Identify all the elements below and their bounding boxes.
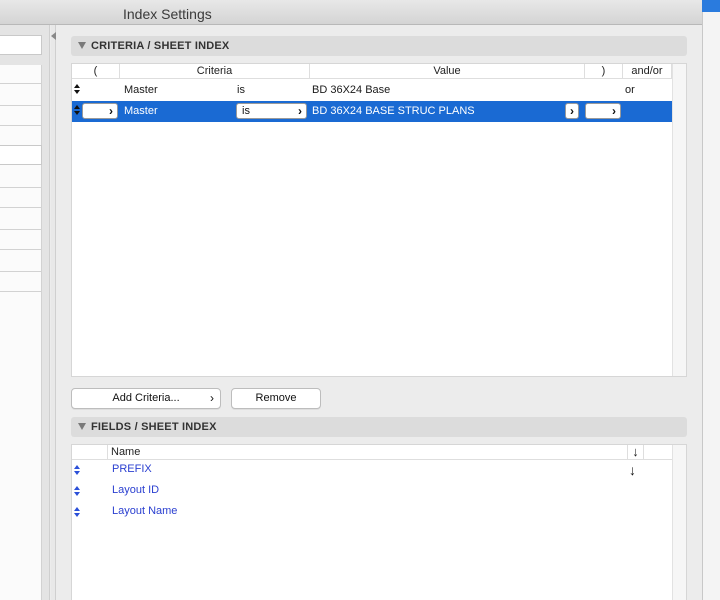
left-panel-divider bbox=[0, 187, 42, 188]
left-panel-field[interactable] bbox=[0, 35, 42, 55]
column-and-or[interactable]: and/or bbox=[623, 64, 672, 78]
criteria-table: ( Criteria Value ) and/or Master is BD 3… bbox=[71, 63, 687, 377]
left-panel-divider bbox=[0, 105, 42, 106]
chevron-right-icon: › bbox=[612, 104, 616, 118]
criteria-section-title: CRITERIA / SHEET INDEX bbox=[91, 40, 230, 52]
left-panel-divider bbox=[0, 271, 42, 272]
add-criteria-button[interactable]: Add Criteria... › bbox=[71, 388, 221, 409]
operator-popup[interactable]: is › bbox=[236, 103, 307, 119]
left-panel bbox=[0, 25, 50, 600]
operator-popup-value: is bbox=[242, 105, 250, 117]
window-title: Index Settings bbox=[123, 6, 212, 22]
column-handle bbox=[72, 445, 108, 459]
collapse-left-icon[interactable] bbox=[51, 32, 56, 40]
open-paren-popup[interactable]: › bbox=[82, 103, 118, 119]
criteria-and-or: or bbox=[625, 84, 635, 96]
remove-button[interactable]: Remove bbox=[231, 388, 321, 409]
left-panel-divider bbox=[0, 249, 42, 250]
up-down-arrows-icon[interactable] bbox=[73, 507, 81, 519]
chevron-right-icon: › bbox=[109, 104, 113, 118]
criteria-operator: is bbox=[237, 84, 245, 96]
criteria-row[interactable]: Master is BD 36X24 Base or bbox=[72, 80, 672, 101]
left-panel-field[interactable] bbox=[0, 145, 42, 165]
column-sort[interactable]: ↓ bbox=[628, 445, 644, 459]
column-close-paren[interactable]: ) bbox=[585, 64, 623, 78]
chevron-right-icon: › bbox=[298, 104, 302, 118]
disclosure-triangle-icon[interactable] bbox=[78, 423, 86, 430]
main-panel: CRITERIA / SHEET INDEX ( Criteria Value … bbox=[57, 25, 702, 600]
left-panel-divider bbox=[0, 83, 42, 84]
fields-table: Name ↓ PREFIX ↓ Layout ID Layout Name bbox=[71, 444, 687, 600]
disclosure-triangle-icon[interactable] bbox=[78, 42, 86, 49]
criteria-value: BD 36X24 Base bbox=[312, 84, 391, 96]
fields-scrollbar[interactable] bbox=[672, 445, 686, 600]
left-panel-divider bbox=[0, 125, 42, 126]
up-down-arrows-icon[interactable] bbox=[73, 486, 81, 498]
window-titlebar: Index Settings bbox=[0, 0, 720, 25]
adjacent-window-accent bbox=[702, 0, 720, 12]
field-item[interactable]: Layout ID bbox=[72, 482, 672, 503]
fields-section-title: FIELDS / SHEET INDEX bbox=[91, 421, 217, 433]
criteria-field: Master bbox=[124, 105, 158, 117]
up-down-arrows-icon[interactable] bbox=[73, 84, 81, 96]
column-criteria[interactable]: Criteria bbox=[120, 64, 310, 78]
fields-section-header[interactable]: FIELDS / SHEET INDEX bbox=[71, 417, 687, 437]
up-down-arrows-icon[interactable] bbox=[73, 105, 81, 117]
field-name: PREFIX bbox=[112, 463, 152, 475]
criteria-section-header[interactable]: CRITERIA / SHEET INDEX bbox=[71, 36, 687, 56]
field-name: Layout Name bbox=[112, 505, 178, 517]
criteria-field: Master bbox=[124, 84, 158, 96]
left-panel-divider bbox=[0, 291, 42, 292]
field-item[interactable]: PREFIX ↓ bbox=[72, 461, 672, 482]
criteria-row-selected[interactable]: › Master is › BD 36X24 BASE STRUC PLANS … bbox=[72, 101, 672, 122]
left-panel-divider bbox=[0, 229, 42, 230]
left-panel-divider bbox=[0, 207, 42, 208]
fields-table-header: Name ↓ bbox=[72, 445, 672, 460]
close-paren-popup[interactable]: › bbox=[585, 103, 621, 119]
criteria-scrollbar[interactable] bbox=[672, 64, 686, 376]
column-value[interactable]: Value bbox=[310, 64, 585, 78]
adjacent-window-edge bbox=[702, 0, 720, 600]
criteria-value: BD 36X24 BASE STRUC PLANS bbox=[312, 105, 475, 117]
panel-splitter[interactable] bbox=[51, 25, 56, 600]
column-open-paren[interactable]: ( bbox=[72, 64, 120, 78]
down-arrow-icon: ↓ bbox=[632, 444, 639, 459]
field-name: Layout ID bbox=[112, 484, 160, 496]
chevron-right-icon: › bbox=[210, 391, 214, 405]
down-arrow-icon: ↓ bbox=[629, 462, 636, 478]
criteria-table-header: ( Criteria Value ) and/or bbox=[72, 64, 672, 79]
value-popup-button[interactable]: › bbox=[565, 103, 579, 119]
add-criteria-label: Add Criteria... bbox=[112, 392, 180, 404]
field-item[interactable]: Layout Name bbox=[72, 503, 672, 524]
column-name[interactable]: Name bbox=[108, 445, 628, 459]
up-down-arrows-icon[interactable] bbox=[73, 465, 81, 477]
